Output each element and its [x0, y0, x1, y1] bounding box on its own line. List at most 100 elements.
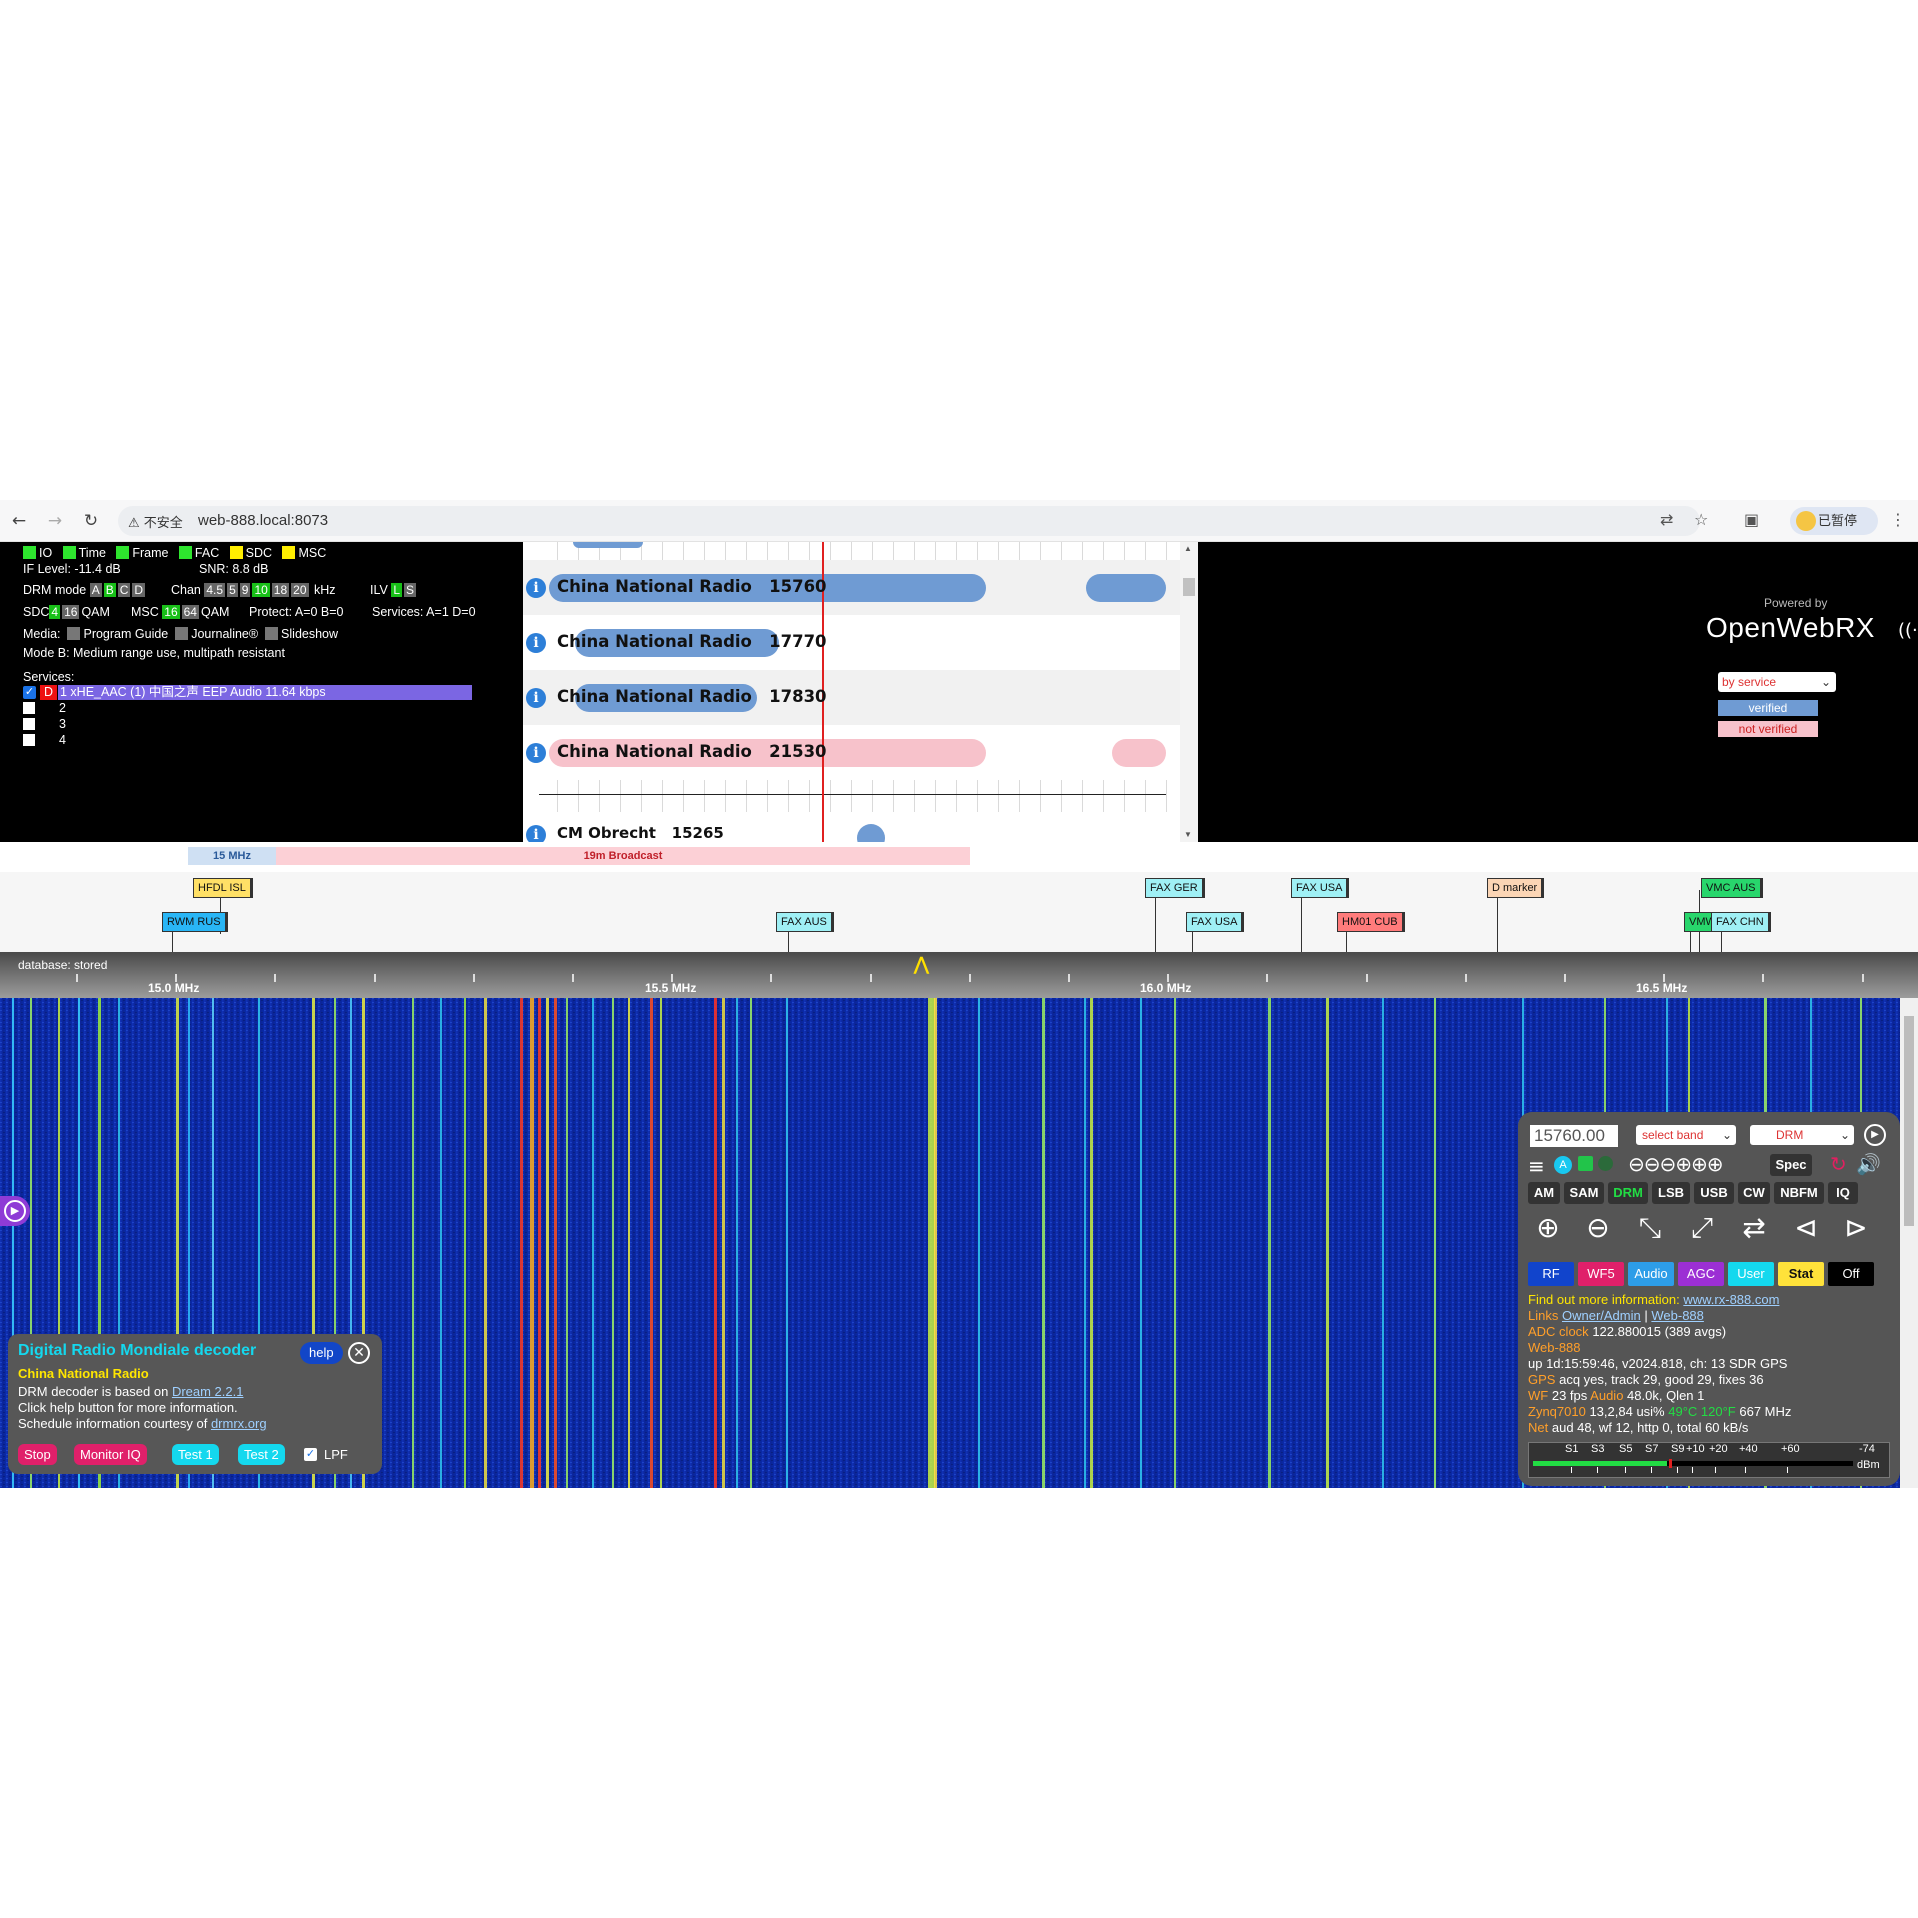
- zoom-fit-icon[interactable]: ⤡: [1630, 1208, 1670, 1248]
- info-icon[interactable]: i: [526, 578, 546, 598]
- insecure-warning[interactable]: ⚠ 不安全: [128, 512, 183, 531]
- mode-drm[interactable]: DRM: [1608, 1182, 1648, 1204]
- zoom-step-icons[interactable]: ⊖⊖⊖⊕⊕⊕: [1628, 1152, 1724, 1176]
- mode-select[interactable]: DRM ⌄: [1750, 1125, 1854, 1145]
- page-left-icon[interactable]: ⊲: [1786, 1208, 1826, 1248]
- page-right-icon[interactable]: ⊳: [1836, 1208, 1876, 1248]
- panel-user[interactable]: User: [1728, 1262, 1774, 1286]
- drmrx-link[interactable]: drmrx.org: [211, 1416, 267, 1431]
- schedule-row-partial[interactable]: i CM Obrecht 15265: [523, 812, 1180, 842]
- monitor-iq-button[interactable]: Monitor IQ: [74, 1444, 147, 1465]
- marker-fax-aus[interactable]: FAX AUS: [776, 912, 834, 932]
- help-button[interactable]: help: [300, 1342, 343, 1364]
- speaker-icon[interactable]: 🔊: [1856, 1152, 1881, 1176]
- service-4-checkbox[interactable]: [23, 734, 35, 746]
- service-2-checkbox[interactable]: [23, 702, 35, 714]
- schedule-row[interactable]: i China National Radio 21530: [523, 725, 1180, 780]
- schedule-row[interactable]: i China National Radio 17770: [523, 615, 1180, 670]
- waterfall-scroll-thumb[interactable]: [1904, 1016, 1914, 1226]
- mode-sam[interactable]: SAM: [1564, 1182, 1604, 1204]
- stop-button[interactable]: Stop: [18, 1444, 57, 1465]
- menu-kebab-icon[interactable]: ⋮: [1890, 510, 1906, 529]
- marker-fax-chn[interactable]: FAX CHN: [1711, 912, 1771, 932]
- openwebrx-logo[interactable]: OpenWebRX: [1706, 612, 1875, 644]
- mode-am[interactable]: AM: [1528, 1182, 1560, 1204]
- address-bar[interactable]: ⚠ 不安全 web-888.local:8073: [118, 506, 1700, 536]
- reset-icon[interactable]: ↻: [1830, 1152, 1847, 1176]
- test1-button[interactable]: Test 1: [172, 1444, 219, 1465]
- hamburger-menu-icon[interactable]: ≡: [1528, 1154, 1545, 1178]
- legend-filter-select[interactable]: by service ⌄: [1718, 672, 1836, 692]
- marker-fax-usa[interactable]: FAX USA: [1186, 912, 1245, 932]
- band-select[interactable]: select band ⌄: [1636, 1125, 1736, 1145]
- url-text[interactable]: web-888.local:8073: [198, 512, 328, 529]
- owner-admin-link[interactable]: Owner/Admin: [1562, 1308, 1641, 1323]
- panel-stat[interactable]: Stat: [1778, 1262, 1824, 1286]
- passband-marker[interactable]: ⋀: [914, 954, 929, 975]
- marker-vmw[interactable]: VMW: [1684, 912, 1714, 932]
- service-row-1[interactable]: ✓ D 1 xHE_AAC (1) 中国之声 EEP Audio 11.64 k…: [23, 685, 473, 701]
- marker-hm01-cub[interactable]: HM01 CUB: [1337, 912, 1405, 932]
- mode-nbfm[interactable]: NBFM: [1774, 1182, 1824, 1204]
- scroll-up-icon[interactable]: ▲: [1184, 544, 1192, 553]
- web888-link[interactable]: Web-888: [1651, 1308, 1704, 1323]
- lpf-checkbox[interactable]: ✓: [304, 1448, 317, 1461]
- mode-usb[interactable]: USB: [1694, 1182, 1734, 1204]
- schedule-bar-verified[interactable]: [857, 824, 885, 842]
- back-icon[interactable]: ←: [8, 510, 30, 532]
- bookmark-star-icon[interactable]: ☆: [1694, 510, 1708, 529]
- schedule-scrollbar[interactable]: ▲ ▼: [1180, 542, 1198, 842]
- marker-d-marker[interactable]: D marker: [1487, 878, 1545, 898]
- mode-iq[interactable]: IQ: [1828, 1182, 1858, 1204]
- zoom-in-icon[interactable]: ⊕: [1528, 1208, 1568, 1248]
- marker-fax-usa[interactable]: FAX USA: [1291, 878, 1350, 898]
- band-19m-broadcast[interactable]: 19m Broadcast: [276, 847, 970, 865]
- profile-button[interactable]: 已暂停: [1790, 507, 1878, 535]
- play-icon[interactable]: ▶: [1864, 1124, 1886, 1146]
- snap-icon[interactable]: [1578, 1156, 1593, 1171]
- spec-button[interactable]: Spec: [1770, 1154, 1812, 1176]
- service-3-checkbox[interactable]: [23, 718, 35, 730]
- lock-icon[interactable]: [1598, 1156, 1613, 1171]
- swap-icon[interactable]: ⇄: [1734, 1208, 1774, 1248]
- service-1-label[interactable]: 1 xHE_AAC (1) 中国之声 EEP Audio 11.64 kbps: [58, 685, 472, 700]
- auto-icon[interactable]: A: [1554, 1156, 1572, 1174]
- scroll-down-icon[interactable]: ▼: [1184, 830, 1192, 839]
- marker-hfdl-isl[interactable]: HFDL ISL: [193, 878, 253, 898]
- marker-vmc-aus[interactable]: VMC AUS: [1701, 878, 1763, 898]
- scroll-thumb[interactable]: [1183, 578, 1195, 596]
- panel-wf5[interactable]: WF5: [1578, 1262, 1624, 1286]
- test2-button[interactable]: Test 2: [238, 1444, 285, 1465]
- info-icon[interactable]: i: [526, 743, 546, 763]
- schedule-bar-verified[interactable]: [1086, 574, 1166, 602]
- forward-icon[interactable]: →: [44, 510, 66, 532]
- service-1-checkbox[interactable]: ✓: [23, 686, 36, 699]
- mode-lsb[interactable]: LSB: [1652, 1182, 1690, 1204]
- schedule-row[interactable]: i China National Radio 15760: [523, 560, 1180, 615]
- translate-icon[interactable]: ⇄: [1660, 510, 1673, 529]
- schedule-bar-not-verified[interactable]: [1112, 739, 1166, 767]
- info-icon[interactable]: i: [526, 633, 546, 653]
- info-icon[interactable]: i: [526, 825, 546, 842]
- waterfall-scrollbar[interactable]: [1900, 998, 1918, 1488]
- frequency-input[interactable]: 15760.00: [1530, 1125, 1618, 1147]
- marker-rwm-rus[interactable]: RWM RUS: [162, 912, 228, 932]
- rx888-link[interactable]: www.rx-888.com: [1683, 1292, 1779, 1307]
- zoom-out-icon[interactable]: ⊖: [1578, 1208, 1618, 1248]
- panel-audio[interactable]: Audio: [1628, 1262, 1674, 1286]
- extensions-icon[interactable]: ▣: [1744, 510, 1759, 529]
- schedule-row[interactable]: i China National Radio 17830: [523, 670, 1180, 725]
- close-icon[interactable]: ✕: [348, 1342, 370, 1364]
- marker-fax-ger[interactable]: FAX GER: [1145, 878, 1205, 898]
- panel-rf[interactable]: RF: [1528, 1262, 1574, 1286]
- side-panel-toggle[interactable]: ▶: [0, 1196, 30, 1226]
- frequency-scale[interactable]: database: stored ⋀ 15.0 MHz 15.5 MHz 16.…: [0, 952, 1918, 998]
- zoom-max-icon[interactable]: ⤢: [1682, 1208, 1722, 1248]
- info-icon[interactable]: i: [526, 688, 546, 708]
- band-15mhz[interactable]: 15 MHz: [188, 847, 276, 865]
- mode-cw[interactable]: CW: [1738, 1182, 1770, 1204]
- dream-link[interactable]: Dream 2.2.1: [172, 1384, 244, 1399]
- reload-icon[interactable]: ↻: [80, 510, 102, 532]
- panel-off[interactable]: Off: [1828, 1262, 1874, 1286]
- panel-agc[interactable]: AGC: [1678, 1262, 1724, 1286]
